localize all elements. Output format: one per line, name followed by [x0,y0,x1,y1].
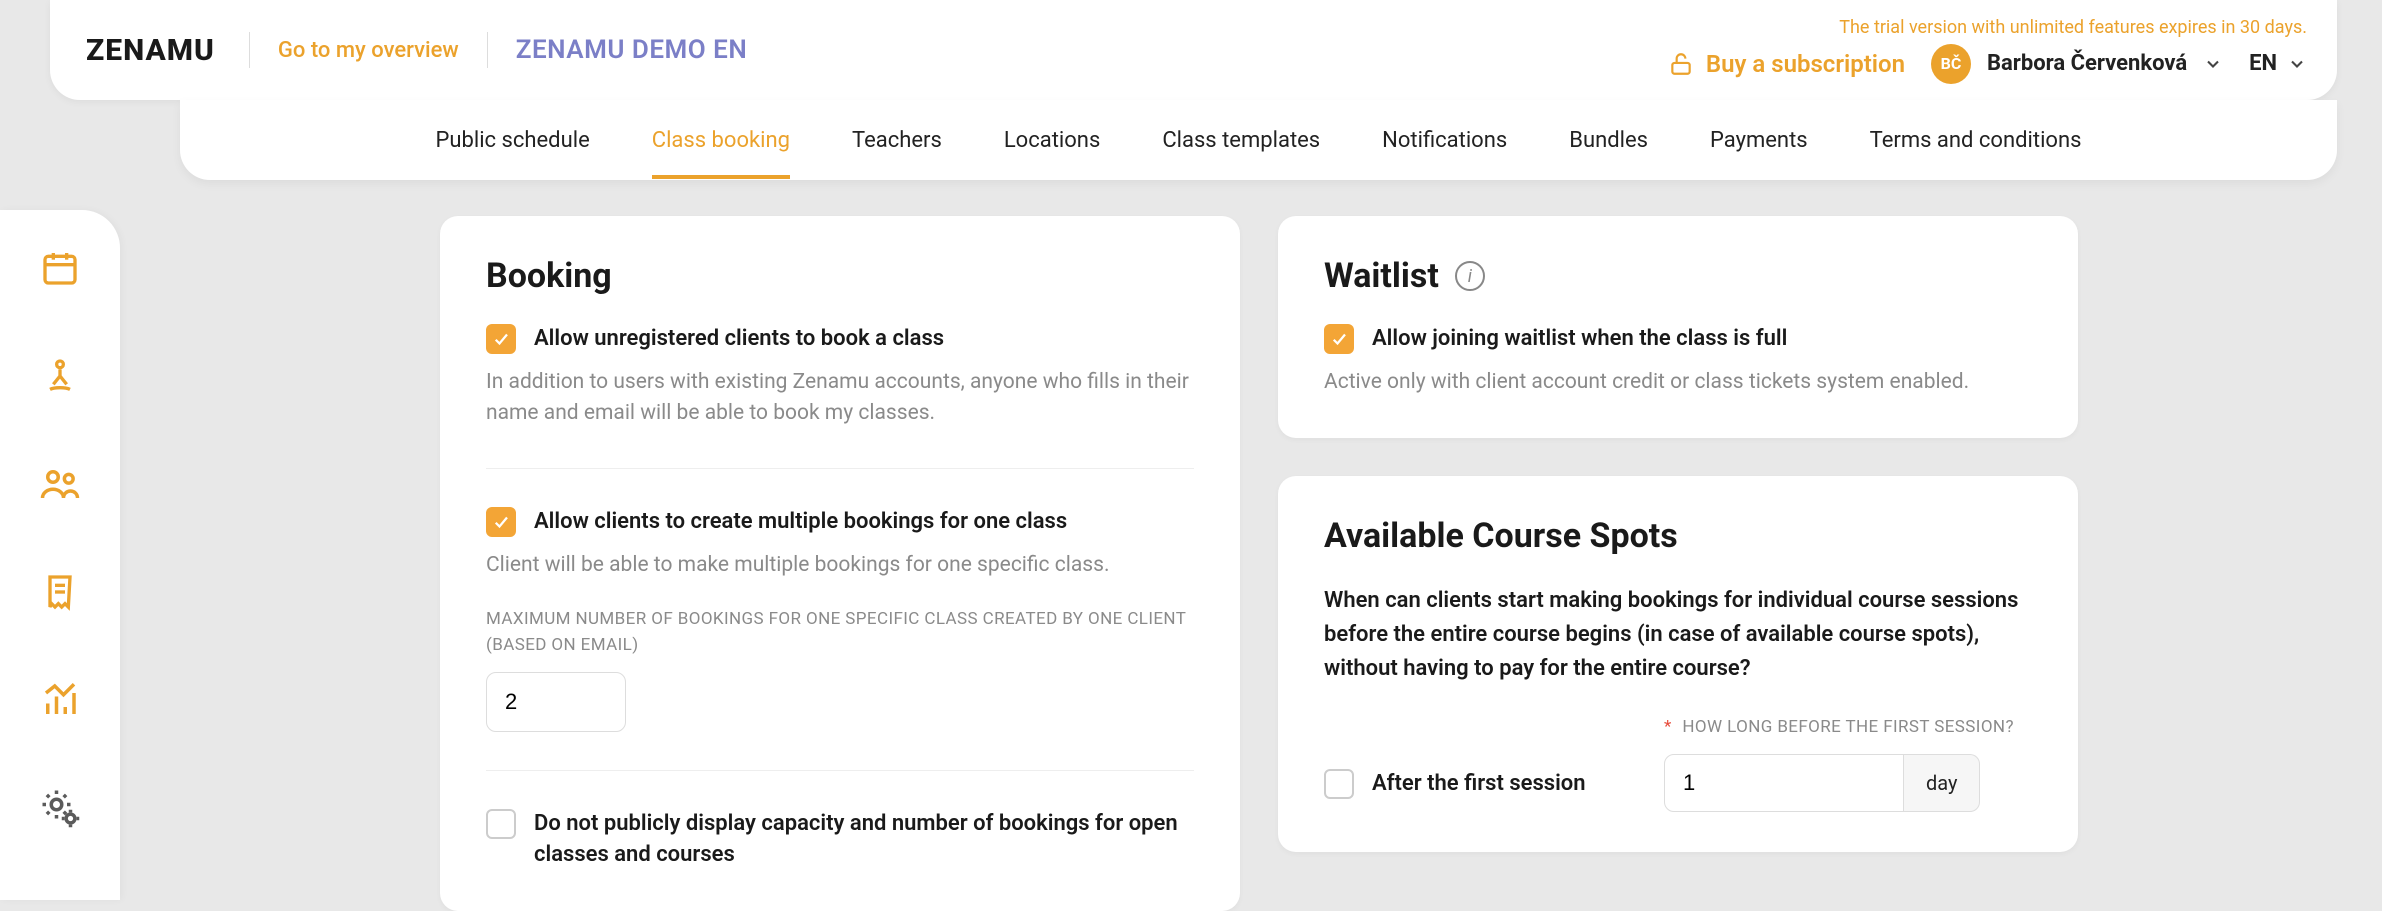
check-icon [492,330,510,348]
check-icon [1330,330,1348,348]
waitlist-desc: Active only with client account credit o… [1324,367,2032,399]
hide-capacity-checkbox[interactable] [486,809,516,839]
nav-reports[interactable] [36,676,84,724]
allow-multiple-label: Allow clients to create multiple booking… [534,507,1067,538]
users-icon [39,463,81,505]
allow-unregistered-desc: In addition to users with existing Zenam… [486,367,1194,430]
waitlist-heading: Waitlist [1324,256,1439,296]
allow-waitlist-label: Allow joining waitlist when the class is… [1372,324,1787,355]
nav-calendar[interactable] [36,244,84,292]
meditation-icon [40,356,80,396]
gear-icon [39,787,81,829]
how-long-unit: day [1904,754,1980,812]
required-asterisk: * [1664,717,1672,737]
check-icon [492,513,510,531]
user-name: Barbora Červenková [1987,51,2187,76]
buy-subscription-button[interactable]: Buy a subscription [1668,50,1905,78]
language-menu-button[interactable]: EN [2249,51,2307,76]
brand-logo: ZENAMU [80,33,221,68]
chart-icon [39,679,81,721]
calendar-icon [40,248,80,288]
divider [487,32,488,68]
chevron-down-icon [2287,54,2307,74]
max-bookings-input[interactable] [486,672,626,732]
course-spots-lead: When can clients start making bookings f… [1324,584,2032,686]
tab-class-booking[interactable]: Class booking [652,102,790,179]
user-menu-button[interactable]: BČ Barbora Červenková [1931,44,2223,84]
nav-invoices[interactable] [36,568,84,616]
course-spots-heading: Available Course Spots [1324,516,2032,556]
booking-heading: Booking [486,256,1194,296]
after-first-session-label: After the first session [1372,769,1586,800]
language-code: EN [2249,51,2277,76]
nav-settings[interactable] [36,784,84,832]
nav-clients[interactable] [36,460,84,508]
tab-teachers[interactable]: Teachers [852,102,942,179]
tab-locations[interactable]: Locations [1004,102,1100,179]
tab-class-templates[interactable]: Class templates [1162,102,1320,179]
tab-notifications[interactable]: Notifications [1382,102,1507,179]
allow-multiple-desc: Client will be able to make multiple boo… [486,550,1194,582]
lock-icon [1668,51,1694,77]
receipt-icon [40,572,80,612]
tab-bundles[interactable]: Bundles [1569,102,1648,179]
side-rail [0,210,120,900]
allow-unregistered-label: Allow unregistered clients to book a cla… [534,324,944,355]
booking-card: Booking Allow unregistered clients to bo… [440,216,1240,911]
divider [486,770,1194,771]
tab-public-schedule[interactable]: Public schedule [436,102,590,179]
buy-subscription-label: Buy a subscription [1706,50,1905,78]
allow-multiple-checkbox[interactable] [486,507,516,537]
avatar: BČ [1931,44,1971,84]
how-long-label: HOW LONG BEFORE THE FIRST SESSION? [1682,717,2014,737]
after-first-session-checkbox[interactable] [1324,769,1354,799]
how-long-input[interactable] [1664,754,1904,812]
go-to-overview-link[interactable]: Go to my overview [278,38,459,63]
chevron-down-icon [2203,54,2223,74]
course-spots-card: Available Course Spots When can clients … [1278,476,2078,852]
hide-capacity-label: Do not publicly display capacity and num… [534,809,1194,871]
settings-subnav: Public schedule Class booking Teachers L… [180,100,2337,180]
waitlist-card: Waitlist i Allow joining waitlist when t… [1278,216,2078,438]
divider [486,468,1194,469]
info-icon[interactable]: i [1455,261,1485,291]
max-bookings-label: MAXIMUM NUMBER OF BOOKINGS FOR ONE SPECI… [486,607,1194,658]
tab-payments[interactable]: Payments [1710,102,1808,179]
allow-unregistered-checkbox[interactable] [486,324,516,354]
trial-expiry-message: The trial version with unlimited feature… [1839,17,2307,38]
divider [249,32,250,68]
tab-terms[interactable]: Terms and conditions [1870,102,2082,179]
workspace-title: ZENAMU DEMO EN [516,35,747,65]
allow-waitlist-checkbox[interactable] [1324,324,1354,354]
nav-classes[interactable] [36,352,84,400]
